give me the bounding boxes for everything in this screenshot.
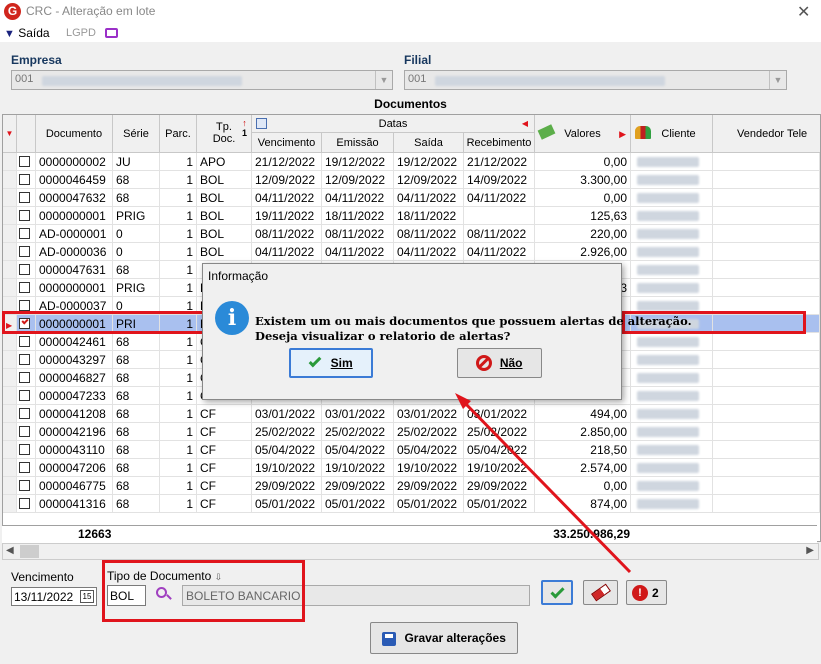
- annotation-arrow: [455, 393, 632, 574]
- annotation-arrow-line: [460, 398, 632, 574]
